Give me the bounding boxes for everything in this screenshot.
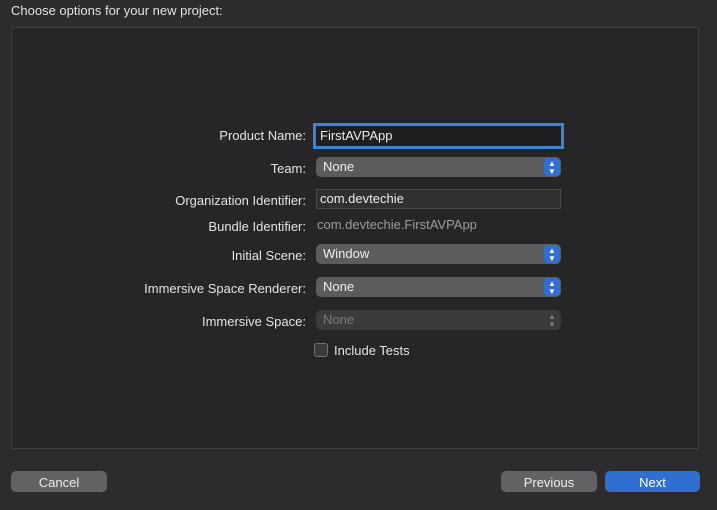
- product-name-label: Product Name:: [219, 128, 306, 143]
- initial-scene-label: Initial Scene:: [231, 248, 306, 263]
- initial-scene-value: Window: [323, 246, 370, 261]
- immersive-space-renderer-value: None: [323, 279, 355, 294]
- popup-chevron-icon: ▲ ▼: [544, 245, 560, 263]
- product-name-row: Product Name: FirstAVPApp: [0, 123, 717, 149]
- initial-scene-row: Initial Scene: Window ▲ ▼: [0, 244, 717, 266]
- bundle-identifier-row: Bundle Identifier: com.devtechie.FirstAV…: [0, 215, 717, 237]
- include-tests-label: Include Tests: [334, 343, 410, 358]
- popup-chevron-icon: ▲ ▼: [544, 158, 560, 176]
- immersive-space-renderer-label: Immersive Space Renderer:: [144, 281, 306, 296]
- cancel-button[interactable]: Cancel: [11, 471, 107, 492]
- team-row: Team: None ▲ ▼: [0, 157, 717, 179]
- bundle-identifier-value: com.devtechie.FirstAVPApp: [317, 217, 477, 232]
- team-popup[interactable]: None ▲ ▼: [316, 157, 561, 177]
- popup-chevron-icon: ▲ ▼: [544, 278, 560, 296]
- options-panel: [11, 27, 699, 449]
- immersive-space-row: Immersive Space: None ▲ ▼: [0, 310, 717, 332]
- include-tests-option[interactable]: Include Tests: [314, 343, 410, 358]
- product-name-field[interactable]: FirstAVPApp: [313, 123, 564, 149]
- organization-identifier-label: Organization Identifier:: [175, 193, 306, 208]
- immersive-space-popup: None ▲ ▼: [316, 310, 561, 330]
- immersive-space-label: Immersive Space:: [201, 314, 306, 329]
- immersive-space-value: None: [323, 312, 355, 327]
- initial-scene-popup[interactable]: Window ▲ ▼: [316, 244, 561, 264]
- immersive-space-renderer-row: Immersive Space Renderer: None ▲ ▼: [0, 277, 717, 299]
- popup-chevron-icon: ▲ ▼: [548, 312, 556, 329]
- include-tests-checkbox[interactable]: [314, 343, 328, 357]
- immersive-space-renderer-popup[interactable]: None ▲ ▼: [316, 277, 561, 297]
- team-value: None: [323, 159, 355, 174]
- organization-identifier-field[interactable]: com.devtechie: [316, 189, 561, 209]
- team-label: Team:: [270, 161, 306, 176]
- bundle-identifier-label: Bundle Identifier:: [208, 219, 306, 234]
- organization-identifier-row: Organization Identifier: com.devtechie: [0, 189, 717, 211]
- next-button[interactable]: Next: [605, 471, 700, 492]
- dialog-title: Choose options for your new project:: [11, 3, 223, 18]
- previous-button[interactable]: Previous: [501, 471, 597, 492]
